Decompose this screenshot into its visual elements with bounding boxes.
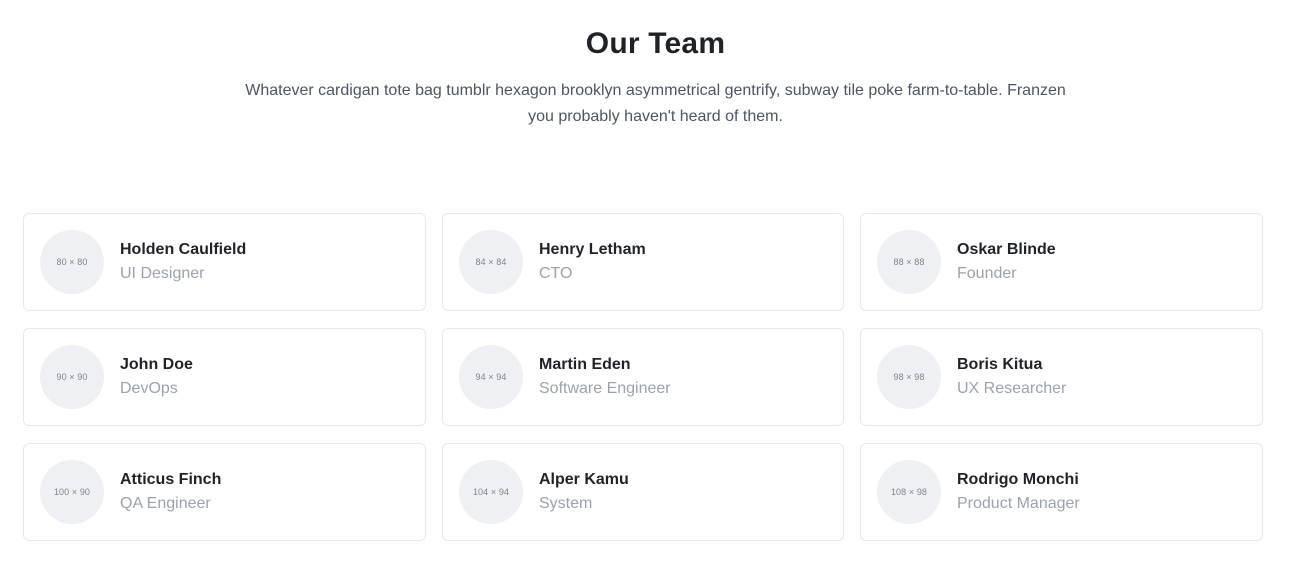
member-name: Henry Letham <box>539 240 646 258</box>
member-info: Atticus Finch QA Engineer <box>120 469 221 516</box>
team-member-card[interactable]: 100 × 90 Atticus Finch QA Engineer <box>23 443 426 541</box>
avatar: 94 × 94 <box>459 345 523 409</box>
team-member-card[interactable]: 84 × 84 Henry Letham CTO <box>442 213 844 311</box>
avatar: 98 × 98 <box>877 345 941 409</box>
team-member-card[interactable]: 88 × 88 Oskar Blinde Founder <box>860 213 1263 311</box>
member-info: Martin Eden Software Engineer <box>539 354 671 401</box>
member-role: QA Engineer <box>120 494 211 512</box>
avatar: 104 × 94 <box>459 460 523 524</box>
avatar: 84 × 84 <box>459 230 523 294</box>
member-role: Software Engineer <box>539 379 671 397</box>
team-heading: Our Team Whatever cardigan tote bag tumb… <box>0 0 1311 130</box>
team-section: Our Team Whatever cardigan tote bag tumb… <box>0 0 1311 567</box>
team-member-card[interactable]: 80 × 80 Holden Caulfield UI Designer <box>23 213 426 311</box>
member-name: Oskar Blinde <box>957 240 1056 258</box>
member-info: Alper Kamu System <box>539 469 629 516</box>
member-name: Rodrigo Monchi <box>957 470 1079 488</box>
team-member-card[interactable]: 94 × 94 Martin Eden Software Engineer <box>442 328 844 426</box>
member-role: Product Manager <box>957 494 1080 512</box>
avatar: 80 × 80 <box>40 230 104 294</box>
member-name: Martin Eden <box>539 355 631 373</box>
member-info: Henry Letham CTO <box>539 239 646 286</box>
avatar: 100 × 90 <box>40 460 104 524</box>
team-grid: 80 × 80 Holden Caulfield UI Designer 84 … <box>23 213 1263 541</box>
member-info: Rodrigo Monchi Product Manager <box>957 469 1080 516</box>
member-info: Boris Kitua UX Researcher <box>957 354 1066 401</box>
member-name: Boris Kitua <box>957 355 1043 373</box>
member-name: Alper Kamu <box>539 470 629 488</box>
member-role: UX Researcher <box>957 379 1067 397</box>
member-role: Founder <box>957 264 1017 282</box>
avatar: 88 × 88 <box>877 230 941 294</box>
member-name: Atticus Finch <box>120 470 222 488</box>
member-role: System <box>539 494 593 512</box>
member-name: Holden Caulfield <box>120 240 247 258</box>
team-member-card[interactable]: 98 × 98 Boris Kitua UX Researcher <box>860 328 1263 426</box>
avatar: 90 × 90 <box>40 345 104 409</box>
team-member-card[interactable]: 90 × 90 John Doe DevOps <box>23 328 426 426</box>
member-role: UI Designer <box>120 264 205 282</box>
avatar: 108 × 98 <box>877 460 941 524</box>
team-member-card[interactable]: 104 × 94 Alper Kamu System <box>442 443 844 541</box>
member-name: John Doe <box>120 355 193 373</box>
team-member-card[interactable]: 108 × 98 Rodrigo Monchi Product Manager <box>860 443 1263 541</box>
page-subtitle: Whatever cardigan tote bag tumblr hexago… <box>245 82 1066 125</box>
member-role: CTO <box>539 264 573 282</box>
member-info: Oskar Blinde Founder <box>957 239 1056 286</box>
page-title: Our Team <box>585 27 726 60</box>
member-role: DevOps <box>120 379 178 397</box>
member-info: John Doe DevOps <box>120 354 193 401</box>
member-info: Holden Caulfield UI Designer <box>120 239 246 286</box>
